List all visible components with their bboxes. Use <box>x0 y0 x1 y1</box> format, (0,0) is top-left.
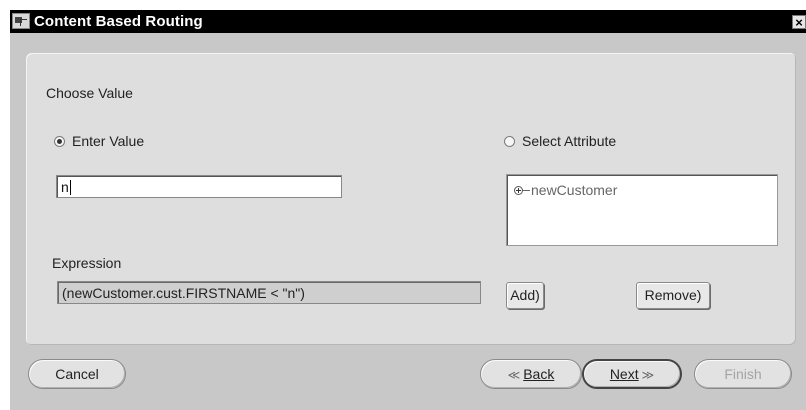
next-arrow-icon: ≫ <box>641 368 655 382</box>
remove-button[interactable]: Remove) <box>636 282 710 309</box>
select-attribute-radio[interactable]: Select Attribute <box>504 133 616 149</box>
window-title: Content Based Routing <box>34 13 203 30</box>
tree-connector <box>523 189 530 191</box>
expression-label: Expression <box>52 255 122 271</box>
back-button[interactable]: ≪ Back <box>480 359 582 389</box>
radio-selected-icon <box>54 135 65 147</box>
next-button[interactable]: Next ≫ <box>582 359 682 389</box>
dialog-body: Choose Value Enter Value Select Attribut… <box>10 33 806 410</box>
tree-node-newcustomer[interactable]: newCustomer <box>514 182 617 198</box>
section-label: Choose Value <box>46 85 133 101</box>
radio-unselected-icon <box>504 135 515 147</box>
app-window-icon <box>12 13 30 29</box>
expression-text: (newCustomer.cust.FIRSTNAME < "n") <box>62 285 305 301</box>
cancel-button[interactable]: Cancel <box>28 359 126 389</box>
text-caret <box>69 180 71 195</box>
add-button[interactable]: Add) <box>506 282 544 309</box>
attribute-tree[interactable]: newCustomer <box>506 174 778 246</box>
tree-node-label: newCustomer <box>531 182 618 198</box>
expand-node-icon[interactable] <box>514 185 523 195</box>
value-input[interactable]: n <box>56 175 342 198</box>
back-arrow-icon: ≪ <box>507 368 521 382</box>
enter-value-radio[interactable]: Enter Value <box>54 133 144 149</box>
next-label: Next <box>609 366 639 382</box>
close-icon[interactable]: × <box>792 15 806 29</box>
finish-button[interactable]: Finish <box>694 359 792 389</box>
enter-value-label: Enter Value <box>72 133 145 149</box>
select-attribute-label: Select Attribute <box>522 133 617 149</box>
title-bar: Content Based Routing × <box>10 10 806 33</box>
value-input-text: n <box>61 179 69 195</box>
choose-value-panel: Choose Value Enter Value Select Attribut… <box>26 53 796 345</box>
expression-field: (newCustomer.cust.FIRSTNAME < "n") <box>57 281 481 304</box>
back-label: Back <box>523 366 555 382</box>
